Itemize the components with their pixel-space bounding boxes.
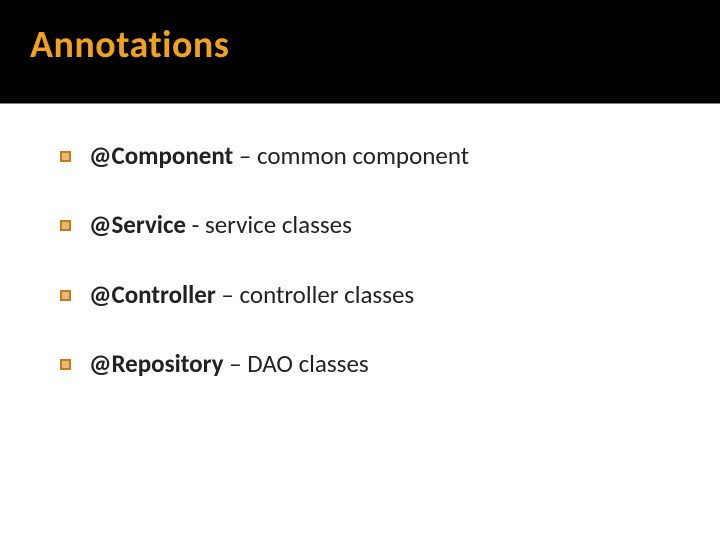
bullet-icon [60,151,71,162]
bullet-bold: @Service [89,209,186,240]
bullet-rest: controller classes [240,279,415,310]
slide-content: @Component – common component @Service -… [0,104,720,379]
bullet-text: @Repository – DAO classes [89,348,369,379]
bullet-bold: @Component [89,140,233,171]
bullet-sep: - [186,209,205,240]
bullet-icon [60,359,71,370]
bullet-text: @Component – common component [89,140,469,171]
list-item: @Controller – controller classes [60,279,680,310]
bullet-rest: service classes [205,209,352,240]
bullet-text: @Controller – controller classes [89,279,414,310]
bullet-bold: @Controller [89,279,216,310]
bullet-sep: – [216,279,240,310]
bullet-sep: – [223,348,247,379]
bullet-rest: DAO classes [247,348,368,379]
bullet-rest: common component [257,140,469,171]
title-bar: Annotations [0,0,720,104]
bullet-bold: @Repository [89,348,223,379]
bullet-sep: – [233,140,257,171]
list-item: @Service - service classes [60,209,680,240]
slide-title: Annotations [30,22,720,68]
bullet-text: @Service - service classes [89,209,352,240]
slide: Annotations @Component – common componen… [0,0,720,540]
list-item: @Repository – DAO classes [60,348,680,379]
bullet-icon [60,290,71,301]
bullet-icon [60,220,71,231]
list-item: @Component – common component [60,140,680,171]
